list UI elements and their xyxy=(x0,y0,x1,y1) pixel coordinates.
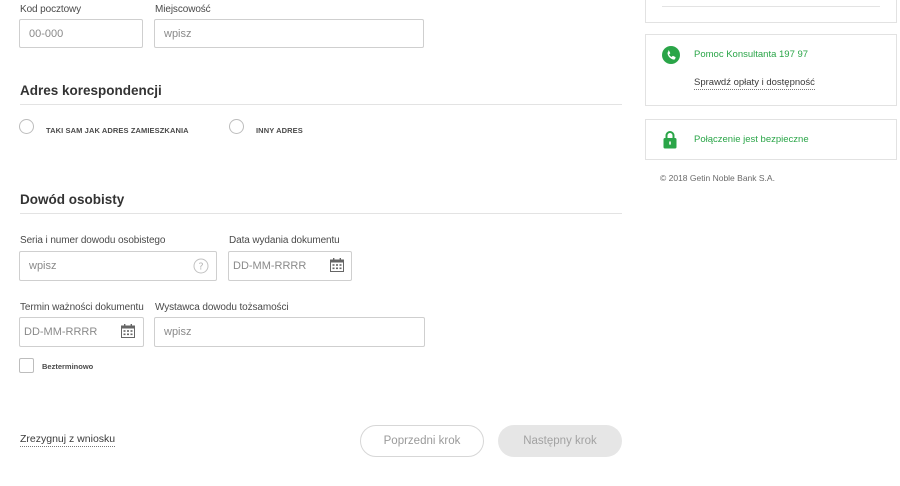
series-number-input[interactable]: wpisz xyxy=(19,251,217,281)
previous-step-label: Poprzedni krok xyxy=(383,435,461,447)
postal-code-input[interactable]: 00-000 xyxy=(19,19,143,48)
series-number-placeholder: wpisz xyxy=(29,260,57,272)
help-line-title: Pomoc Konsultanta 197 97 xyxy=(694,49,809,60)
radio-other-address-label[interactable]: INNY ADRES xyxy=(256,126,303,135)
issuer-placeholder: wpisz xyxy=(164,326,192,338)
issuer-input[interactable]: wpisz xyxy=(154,317,425,347)
copyright: © 2018 Getin Noble Bank S.A. xyxy=(660,173,775,183)
next-step-label: Następny krok xyxy=(523,435,597,447)
sidebar-top-divider xyxy=(662,6,880,7)
city-placeholder: wpisz xyxy=(164,27,192,40)
city-input[interactable]: wpisz xyxy=(154,19,424,48)
correspondence-title: Adres korespondencji xyxy=(20,83,162,98)
svg-text:?: ? xyxy=(198,262,203,273)
help-question-icon[interactable]: ? xyxy=(193,258,209,274)
secure-card: Połączenie jest bezpieczne xyxy=(645,119,897,160)
radio-same-address[interactable] xyxy=(19,119,34,134)
fees-availability-link[interactable]: Sprawdź opłaty i dostępność xyxy=(694,77,815,90)
resign-link[interactable]: Zrezygnuj z wniosku xyxy=(20,433,116,447)
calendar-icon[interactable] xyxy=(330,258,344,277)
issue-date-placeholder: DD-MM-RRRR xyxy=(233,260,307,272)
sidebar-top-card xyxy=(645,0,897,23)
expiry-date-label: Termin ważności dokumentu xyxy=(20,302,144,313)
previous-step-button[interactable]: Poprzedni krok xyxy=(360,425,484,457)
id-document-divider xyxy=(20,213,622,214)
indefinite-checkbox-label[interactable]: Bezterminowo xyxy=(42,362,93,371)
series-number-label: Seria i numer dowodu osobistego xyxy=(20,235,166,246)
issue-date-label: Data wydania dokumentu xyxy=(229,235,340,246)
postal-code-label: Kod pocztowy xyxy=(20,4,82,15)
next-step-button[interactable]: Następny krok xyxy=(498,425,622,457)
indefinite-checkbox[interactable] xyxy=(19,358,34,373)
radio-same-address-label[interactable]: TAKI SAM JAK ADRES ZAMIESZKANIA xyxy=(46,126,189,135)
issuer-label: Wystawca dowodu tożsamości xyxy=(155,302,289,313)
postal-code-placeholder: 00-000 xyxy=(29,27,64,40)
city-label: Miejscowość xyxy=(155,4,211,15)
help-card: Pomoc Konsultanta 197 97 Sprawdź opłaty … xyxy=(645,34,897,106)
radio-other-address[interactable] xyxy=(229,119,244,134)
lock-icon xyxy=(663,130,677,154)
secure-connection-text: Połączenie jest bezpieczne xyxy=(694,134,809,145)
id-document-title: Dowód osobisty xyxy=(20,192,125,207)
correspondence-divider xyxy=(20,104,622,105)
expiry-date-placeholder: DD-MM-RRRR xyxy=(24,326,98,338)
phone-icon xyxy=(662,46,680,64)
calendar-icon[interactable] xyxy=(121,324,135,343)
